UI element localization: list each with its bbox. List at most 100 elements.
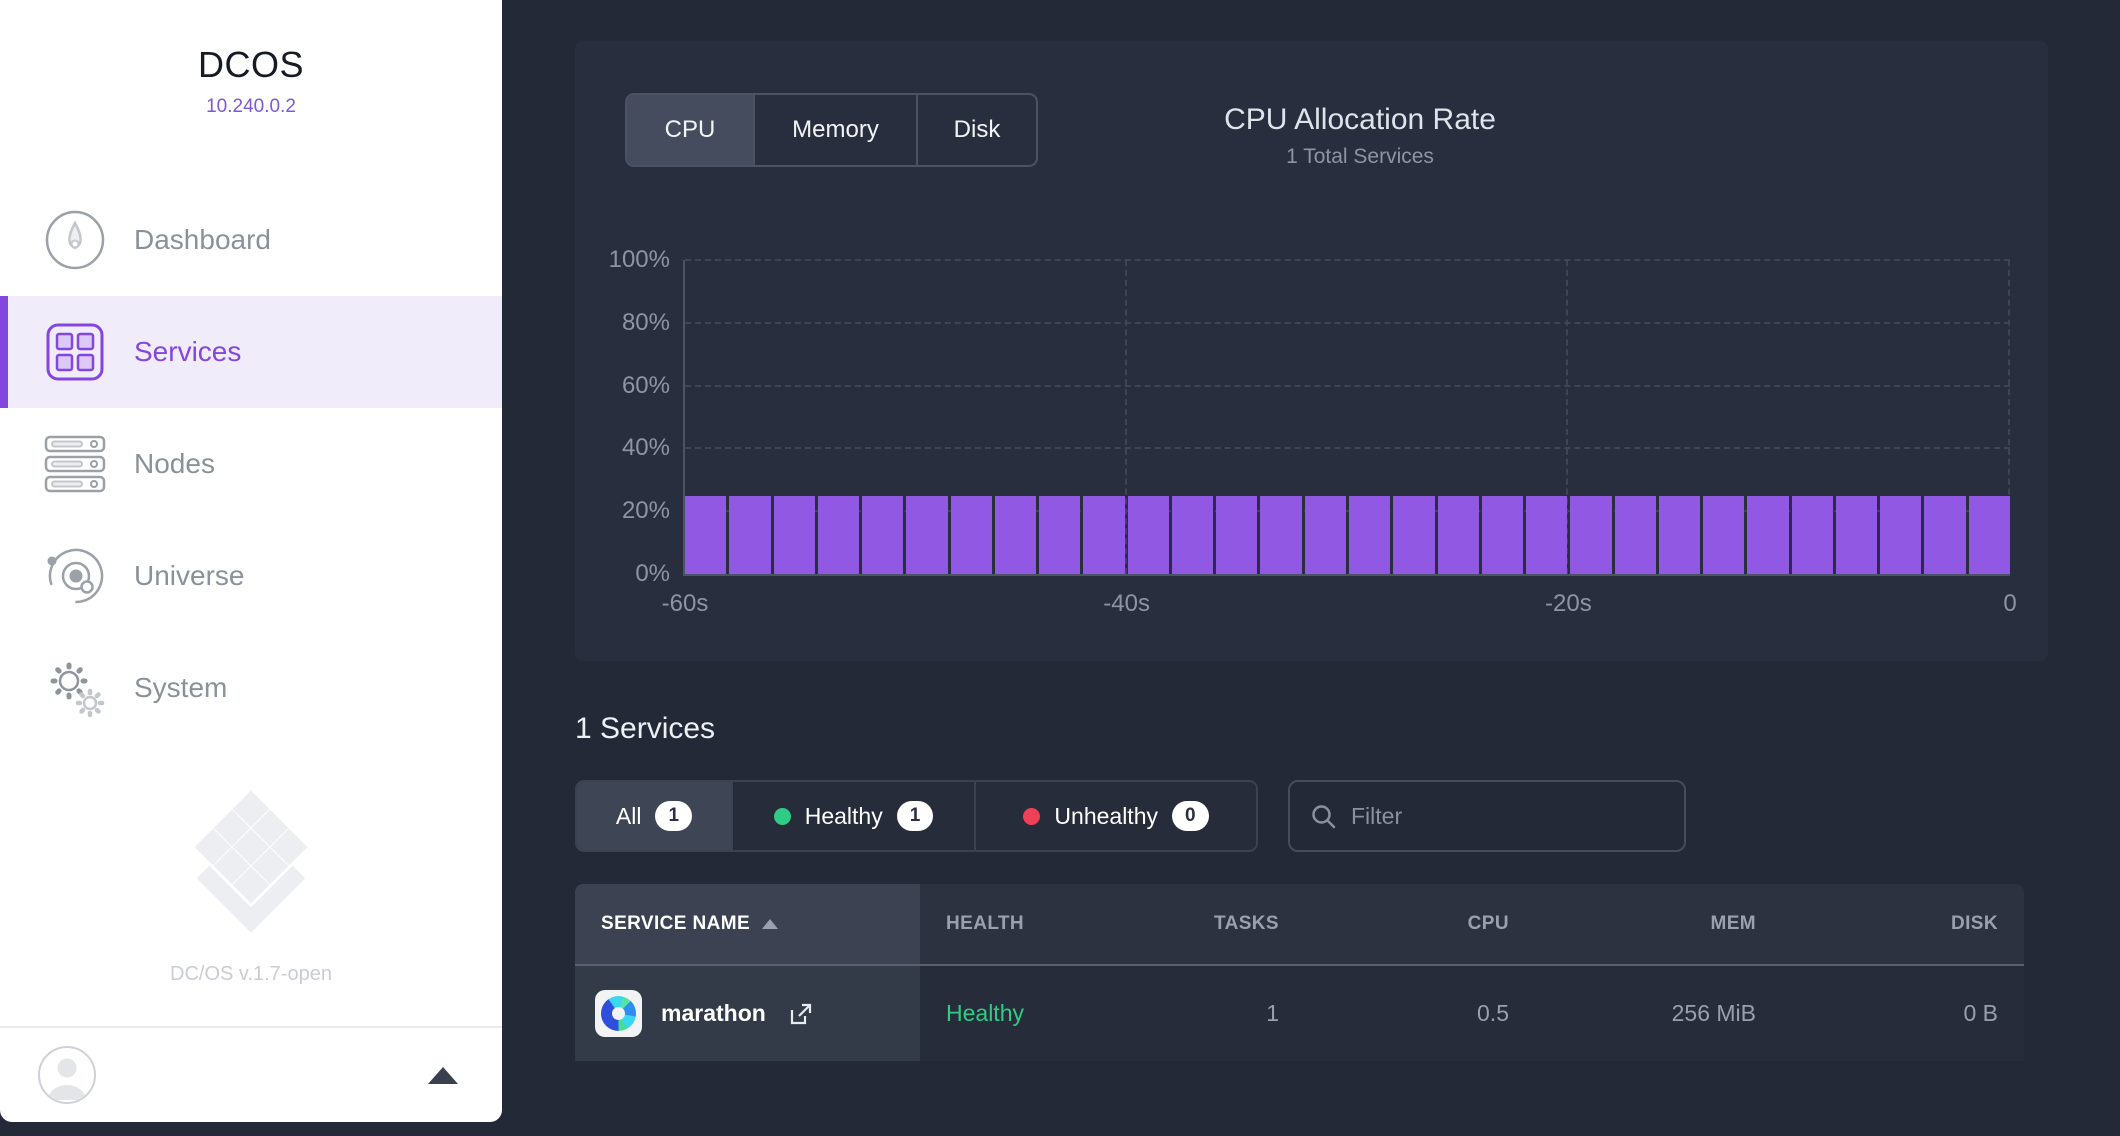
- app-title: DCOS: [0, 44, 502, 86]
- sidebar-item-dashboard[interactable]: Dashboard: [0, 184, 502, 296]
- bar: [1216, 496, 1257, 575]
- health-cell: Healthy: [920, 966, 1175, 1061]
- bar: [1438, 496, 1479, 575]
- bar: [1039, 496, 1080, 575]
- bar: [1305, 496, 1346, 575]
- servers-icon: [38, 435, 112, 493]
- col-health[interactable]: HEALTH: [920, 884, 1175, 964]
- y-axis-label: 80%: [575, 309, 670, 337]
- bar: [818, 496, 859, 575]
- column-label: MEM: [1710, 913, 1756, 935]
- sidebar-item-label: Dashboard: [134, 224, 271, 256]
- services-grid-icon: [38, 322, 112, 382]
- healthy-dot-icon: [774, 808, 791, 825]
- col-mem[interactable]: MEM: [1535, 884, 1782, 964]
- avatar[interactable]: [38, 1046, 96, 1104]
- bar: [1393, 496, 1434, 575]
- column-label: HEALTH: [946, 913, 1024, 935]
- filter-count-badge: 1: [897, 801, 934, 831]
- table-row-marathon[interactable]: marathon Healthy 1 0.5 256 MiB 0 B: [575, 966, 2024, 1061]
- col-service-name[interactable]: SERVICE NAME: [575, 884, 920, 964]
- bar: [1526, 496, 1567, 575]
- x-axis-label: -40s: [1103, 590, 1150, 618]
- plot-area: 0%20%40%60%80%100%-60s-40s-20s0: [683, 260, 2010, 576]
- column-label: CPU: [1468, 913, 1509, 935]
- bar: [951, 496, 992, 575]
- bar: [685, 496, 726, 575]
- bar: [774, 496, 815, 575]
- sidebar-item-label: Universe: [134, 560, 244, 592]
- search-icon: [1310, 803, 1337, 830]
- y-axis-label: 0%: [575, 560, 670, 588]
- dcos-app: { "colors": { "accent_purple": "#8347e0"…: [0, 0, 2120, 1136]
- sidebar-item-universe[interactable]: Universe: [0, 520, 502, 632]
- disk-cell: 0 B: [1782, 966, 2024, 1061]
- external-link-icon[interactable]: [788, 1001, 814, 1027]
- tasks-cell: 1: [1175, 966, 1305, 1061]
- brand: DCOS 10.240.0.2: [0, 0, 502, 118]
- tab-cpu[interactable]: CPU: [627, 95, 753, 165]
- version-label: DC/OS v.1.7-open: [0, 963, 502, 986]
- chart-title: CPU Allocation Rate: [1160, 103, 1560, 137]
- bar: [1747, 496, 1788, 575]
- bar: [1083, 496, 1124, 575]
- bar: [1792, 496, 1833, 575]
- resource-tab-group: CPU Memory Disk: [625, 93, 1038, 167]
- filter-count-badge: 0: [1172, 801, 1209, 831]
- service-name: marathon: [661, 1000, 766, 1027]
- filter-count-badge: 1: [655, 801, 692, 831]
- tab-memory[interactable]: Memory: [753, 95, 916, 165]
- col-tasks[interactable]: TASKS: [1175, 884, 1305, 964]
- bar: [1659, 496, 1700, 575]
- main-content: CPU Memory Disk CPU Allocation Rate 1 To…: [502, 0, 2120, 1136]
- bar: [1349, 496, 1390, 575]
- cpu-cell: 0.5: [1305, 966, 1535, 1061]
- column-label: DISK: [1951, 913, 1998, 935]
- x-axis-label: -60s: [662, 590, 709, 618]
- bar: [1482, 496, 1523, 575]
- bar: [1260, 496, 1301, 575]
- collapse-caret-icon[interactable]: [428, 1067, 458, 1084]
- gauge-icon: [38, 209, 112, 271]
- bar: [1703, 496, 1744, 575]
- filter-label: Healthy: [805, 803, 883, 830]
- filter-label: All: [616, 803, 642, 830]
- sidebar: DCOS 10.240.0.2 Dashboard: [0, 0, 502, 1122]
- bar: [1924, 496, 1965, 575]
- filter-healthy[interactable]: Healthy 1: [731, 782, 974, 850]
- sidebar-item-system[interactable]: System: [0, 632, 502, 744]
- bar: [1128, 496, 1169, 575]
- column-label: TASKS: [1214, 913, 1279, 935]
- filter-all[interactable]: All 1: [577, 782, 731, 850]
- sidebar-item-nodes[interactable]: Nodes: [0, 408, 502, 520]
- y-axis-label: 40%: [575, 434, 670, 462]
- col-cpu[interactable]: CPU: [1305, 884, 1535, 964]
- filter-label: Unhealthy: [1054, 803, 1158, 830]
- sidebar-menu: Dashboard Services: [0, 184, 502, 744]
- tab-disk[interactable]: Disk: [916, 95, 1036, 165]
- table-header-row: SERVICE NAME HEALTH TASKS CPU MEM DISK: [575, 884, 2024, 966]
- health-filter-tabs: All 1 Healthy 1 Unhealthy 0: [575, 780, 1258, 852]
- chart-subtitle: 1 Total Services: [1160, 145, 1560, 169]
- dcos-logo: [0, 784, 502, 937]
- sort-asc-icon: [762, 919, 778, 929]
- col-disk[interactable]: DISK: [1782, 884, 2024, 964]
- sidebar-item-label: Nodes: [134, 448, 215, 480]
- filter-unhealthy[interactable]: Unhealthy 0: [974, 782, 1256, 850]
- filter-input[interactable]: [1351, 803, 1664, 830]
- bar: [906, 496, 947, 575]
- bar: [1969, 496, 2010, 575]
- sidebar-item-services[interactable]: Services: [0, 296, 502, 408]
- x-axis-label: 0: [2003, 590, 2016, 618]
- services-table: SERVICE NAME HEALTH TASKS CPU MEM DISK m…: [575, 884, 2024, 1061]
- service-cell: marathon: [575, 966, 920, 1061]
- unhealthy-dot-icon: [1023, 808, 1040, 825]
- chart-header: CPU Allocation Rate 1 Total Services: [1160, 103, 1560, 169]
- bar: [995, 496, 1036, 575]
- bar: [1570, 496, 1611, 575]
- user-row: [0, 1026, 502, 1122]
- y-axis-label: 20%: [575, 497, 670, 525]
- chart-panel: CPU Memory Disk CPU Allocation Rate 1 To…: [575, 41, 2048, 661]
- cluster-ip[interactable]: 10.240.0.2: [0, 96, 502, 118]
- bar: [1615, 496, 1656, 575]
